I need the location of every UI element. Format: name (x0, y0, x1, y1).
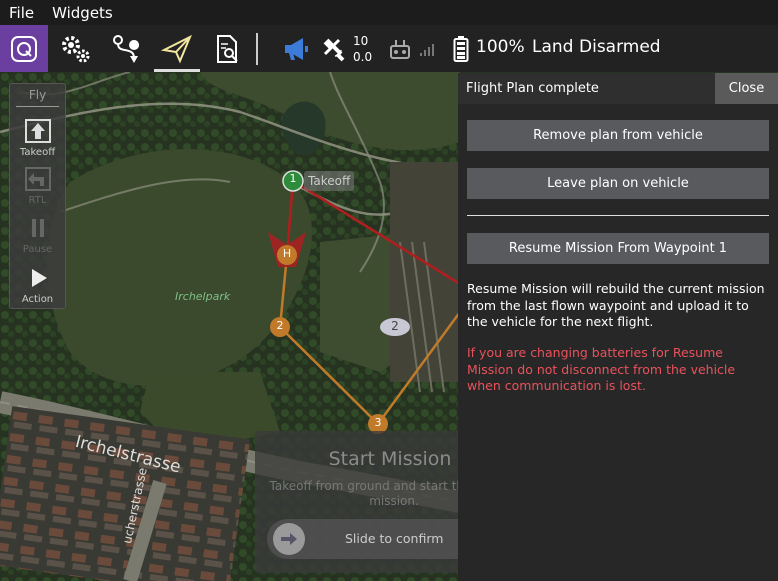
start-mission-overlay: Start Mission Takeoff from ground and st… (255, 431, 458, 573)
remove-plan-button[interactable]: Remove plan from vehicle (467, 120, 769, 151)
play-icon (31, 269, 47, 287)
main-toolbar: 10 0.0 100% Land Disarmed (0, 25, 778, 72)
analyze-doc-icon[interactable] (207, 29, 247, 69)
leave-plan-button[interactable]: Leave plan on vehicle (467, 168, 769, 199)
toolbar-separator (256, 33, 258, 65)
fly-paper-plane-icon[interactable] (157, 29, 197, 69)
flight-plan-complete-panel: Flight Plan complete Close Remove plan f… (458, 73, 778, 581)
settings-gears-icon[interactable] (56, 29, 96, 69)
waypoint-3-label[interactable]: 3 (372, 416, 384, 429)
park-label: Irchelpark (175, 290, 231, 303)
panel-header: Flight Plan complete Close (458, 73, 778, 104)
gps-hdop: 0.0 (353, 50, 373, 64)
fly-tool-divider (16, 106, 59, 107)
waypoint-1-text: Takeoff (308, 174, 351, 188)
waypoint-2-label[interactable]: 2 (274, 319, 286, 332)
start-mission-subtitle: Takeoff from ground and start the curren… (269, 479, 459, 508)
takeoff-label: Takeoff (19, 147, 56, 158)
gps-satellite-icon[interactable] (316, 29, 352, 69)
slider-label: Slide to confirm (345, 531, 444, 546)
battery-warning-text: If you are changing batteries for Resume… (467, 345, 736, 393)
action-button[interactable]: Action (10, 265, 65, 305)
slide-to-confirm[interactable]: Slide to confirm (267, 519, 458, 559)
arm-state[interactable]: Disarmed (579, 37, 661, 57)
qgc-logo-icon[interactable] (0, 25, 48, 72)
flight-mode[interactable]: Land (532, 37, 573, 57)
menu-bar: File Widgets (0, 0, 778, 25)
rtl-icon (24, 167, 51, 191)
menu-file[interactable]: File (0, 4, 43, 22)
waypoint-1-label[interactable]: 1 (287, 172, 299, 185)
slider-knob[interactable] (273, 523, 305, 555)
fly-tool-strip: Fly Takeoff RTL Pause Action (9, 83, 66, 309)
megaphone-icon[interactable] (276, 29, 316, 69)
rtl-button[interactable]: RTL (10, 166, 65, 206)
plan-route-icon[interactable] (106, 29, 146, 69)
action-label: Action (21, 294, 54, 305)
battery-icon[interactable] (448, 29, 474, 69)
waypoint-2-alt-label[interactable]: 2 (389, 319, 401, 333)
rc-transmitter-icon[interactable] (385, 29, 415, 69)
fly-tool-title: Fly (28, 88, 47, 102)
panel-title: Flight Plan complete (466, 81, 599, 96)
pause-button[interactable]: Pause (10, 215, 65, 255)
pause-icon (31, 219, 44, 237)
panel-divider (467, 215, 769, 216)
rtl-label: RTL (28, 195, 47, 206)
home-marker-label[interactable]: H (281, 247, 293, 260)
battery-percent: 100% (476, 37, 525, 57)
pause-label: Pause (22, 244, 53, 255)
arrow-right-icon (281, 533, 297, 545)
close-button[interactable]: Close (715, 73, 778, 104)
takeoff-button[interactable]: Takeoff (10, 118, 65, 158)
menu-widgets[interactable]: Widgets (43, 4, 122, 22)
resume-mission-description: Resume Mission will rebuild the current … (467, 281, 765, 329)
signal-strength-icon[interactable] (415, 29, 439, 69)
start-mission-title: Start Mission (328, 448, 452, 470)
resume-mission-button[interactable]: Resume Mission From Waypoint 1 (467, 233, 769, 264)
satellite-count: 10 (353, 34, 369, 48)
takeoff-icon (24, 119, 51, 143)
